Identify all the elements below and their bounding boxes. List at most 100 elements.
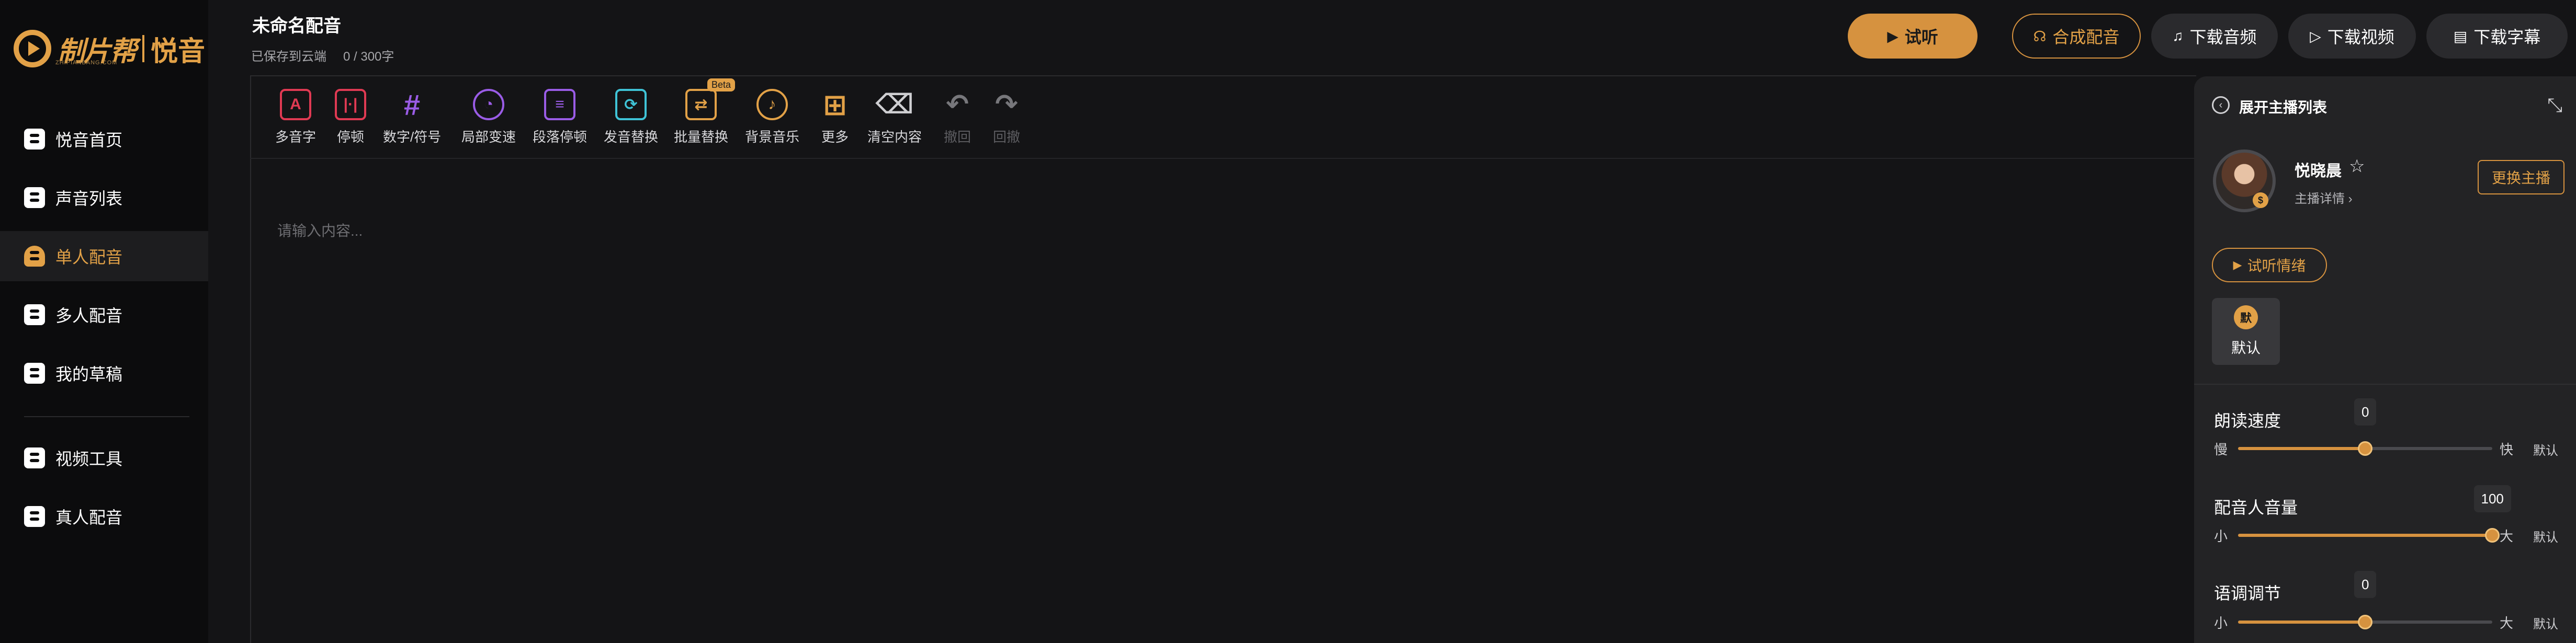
sidebar: 制片帮 悦音 ZHIPIANBANG.COM 悦音首页 声音列表 单人配音 多人… <box>0 0 208 643</box>
tool-redo[interactable]: ↷ 回撤 <box>991 84 1022 152</box>
download-video-label: 下载视频 <box>2327 28 2394 47</box>
logo-play-icon <box>14 30 51 67</box>
emotion-badge: 默 <box>2234 305 2258 329</box>
tool-label: 多音字 <box>275 129 317 145</box>
sidebar-item-label: 真人配音 <box>55 508 123 527</box>
editor-text-input[interactable]: 请输入内容... <box>277 220 363 240</box>
single-voice-icon <box>24 246 45 267</box>
music-icon: ♪ <box>756 89 788 120</box>
emotion-option-default[interactable]: 默 默认 <box>2212 298 2280 365</box>
synthesize-button[interactable]: ☊ 合成配音 <box>2012 14 2141 59</box>
volume-max-label: 大 <box>2500 529 2514 544</box>
expand-voice-list[interactable]: 展开主播列表 <box>2239 96 2327 117</box>
tool-number-symbol[interactable]: # 数字/符号 <box>383 84 441 152</box>
star-icon[interactable]: ☆ <box>2349 156 2365 177</box>
char-count: 0 / 300字 <box>343 50 394 64</box>
volume-min-label: 小 <box>2214 529 2228 544</box>
beta-badge: Beta <box>707 78 736 91</box>
draft-icon <box>24 363 45 384</box>
tool-background-music[interactable]: ♪ 背景音乐 <box>745 84 799 152</box>
change-voice-button[interactable]: 更换主播 <box>2478 160 2564 194</box>
speed-icon: ◔ <box>473 89 504 120</box>
sidebar-item-label: 视频工具 <box>55 450 123 468</box>
sidebar-item-label: 悦音首页 <box>55 131 123 150</box>
collapse-icon[interactable]: ⤡ <box>2547 94 2562 117</box>
grid-more-icon: ⊞ <box>823 89 847 121</box>
sidebar-item-label: 单人配音 <box>55 248 123 267</box>
sidebar-item-human-voice[interactable]: 真人配音 <box>0 491 208 542</box>
download-audio-button[interactable]: ♫ 下载音频 <box>2151 14 2278 59</box>
voice-name: 悦晓晨 <box>2295 163 2342 180</box>
preview-emotion-button[interactable]: ▶ 试听情绪 <box>2212 248 2327 282</box>
broom-icon: ⌫ <box>875 89 914 120</box>
pitch-slider[interactable] <box>2238 615 2492 629</box>
pitch-slider-fill <box>2238 621 2365 624</box>
synthesize-button-label: 合成配音 <box>2052 28 2120 47</box>
voice-settings-panel: ‹ 展开主播列表 ⤡ $ 悦晓晨 ☆ 主播详情 › 更换主播 ▶ 试听情绪 默 … <box>2194 76 2576 643</box>
audio-file-icon: ♫ <box>2172 28 2184 44</box>
sidebar-item-single-voice[interactable]: 单人配音 <box>0 231 208 281</box>
tool-label: 批量替换 <box>674 129 729 145</box>
volume-slider-thumb[interactable] <box>2485 528 2500 543</box>
download-video-button[interactable]: ▷ 下载视频 <box>2288 14 2416 59</box>
play-icon: ▶ <box>1887 28 1899 44</box>
music-note-icon <box>24 129 45 150</box>
sidebar-item-home[interactable]: 悦音首页 <box>0 114 208 164</box>
human-voice-icon <box>24 506 45 527</box>
list-icon <box>24 187 45 208</box>
undo-icon: ↶ <box>946 89 969 120</box>
tool-label: 停顿 <box>336 129 364 145</box>
tool-label: 段落停顿 <box>533 129 587 145</box>
tool-batch-replace[interactable]: ⇄ 批量替换 <box>674 84 728 152</box>
tool-more[interactable]: ⊞ 更多 <box>819 84 851 152</box>
voice-detail-link[interactable]: 主播详情 › <box>2295 188 2353 206</box>
tool-label: 清空内容 <box>867 129 922 145</box>
polyphone-icon: A <box>280 89 311 120</box>
pitch-value-bubble: 0 <box>2354 571 2377 598</box>
sidebar-item-label: 我的草稿 <box>55 365 123 384</box>
sidebar-item-multi-voice[interactable]: 多人配音 <box>0 290 208 340</box>
subtitle-file-icon: ▤ <box>2453 28 2468 44</box>
volume-value-bubble: 100 <box>2473 485 2511 512</box>
toolbar-divider <box>250 158 2196 159</box>
redo-icon: ↷ <box>995 89 1018 120</box>
tool-clear-content[interactable]: ⌫ 清空内容 <box>867 84 922 152</box>
panel-divider <box>2194 384 2576 385</box>
sidebar-item-voice-list[interactable]: 声音列表 <box>0 173 208 223</box>
speed-default-button[interactable]: 默认 <box>2533 440 2558 458</box>
volume-slider-title: 配音人音量 <box>2214 498 2298 517</box>
hash-icon: # <box>404 88 421 121</box>
tool-polyphone[interactable]: A 多音字 <box>275 84 316 152</box>
volume-default-button[interactable]: 默认 <box>2533 527 2558 545</box>
chevron-left-icon[interactable]: ‹ <box>2212 96 2230 114</box>
sidebar-item-label: 多人配音 <box>55 306 123 325</box>
sidebar-item-drafts[interactable]: 我的草稿 <box>0 348 208 398</box>
tool-pronunciation-replace[interactable]: ⟳ 发音替换 <box>604 84 658 152</box>
pitch-max-label: 大 <box>2500 615 2514 631</box>
pitch-default-button[interactable]: 默认 <box>2533 614 2558 632</box>
sidebar-item-video-tools[interactable]: 视频工具 <box>0 433 208 483</box>
tool-label: 回撤 <box>992 129 1020 145</box>
speed-max-label: 快 <box>2500 442 2514 457</box>
tool-local-speed[interactable]: ◔ 局部变速 <box>461 84 516 152</box>
voice-detail-label: 主播详情 <box>2295 192 2345 206</box>
brand-name-secondary: 悦音 <box>151 36 206 67</box>
tool-paragraph-pause[interactable]: ≡ 段落停顿 <box>533 84 587 152</box>
pitch-slider-thumb[interactable] <box>2358 615 2372 629</box>
tool-pause[interactable]: |·| 停顿 <box>335 84 366 152</box>
volume-slider[interactable] <box>2238 528 2500 543</box>
tool-label: 数字/符号 <box>383 129 442 145</box>
speed-slider-thumb[interactable] <box>2358 441 2372 456</box>
chevron-right-icon: › <box>2348 192 2353 206</box>
video-file-icon: ▷ <box>2310 28 2321 44</box>
download-subtitle-button[interactable]: ▤ 下载字幕 <box>2426 14 2568 59</box>
preview-button[interactable]: ▶ 试听 <box>1848 14 1978 59</box>
tool-undo[interactable]: ↶ 撤回 <box>942 84 973 152</box>
tool-label: 背景音乐 <box>745 129 800 145</box>
download-subtitle-label: 下载字幕 <box>2473 28 2541 47</box>
speed-slider[interactable] <box>2238 441 2492 456</box>
page-title[interactable]: 未命名配音 <box>252 12 341 37</box>
multi-voice-icon <box>24 304 45 325</box>
brand-subtitle: ZHIPIANBANG.COM <box>55 60 118 66</box>
play-icon: ▶ <box>2233 258 2242 271</box>
